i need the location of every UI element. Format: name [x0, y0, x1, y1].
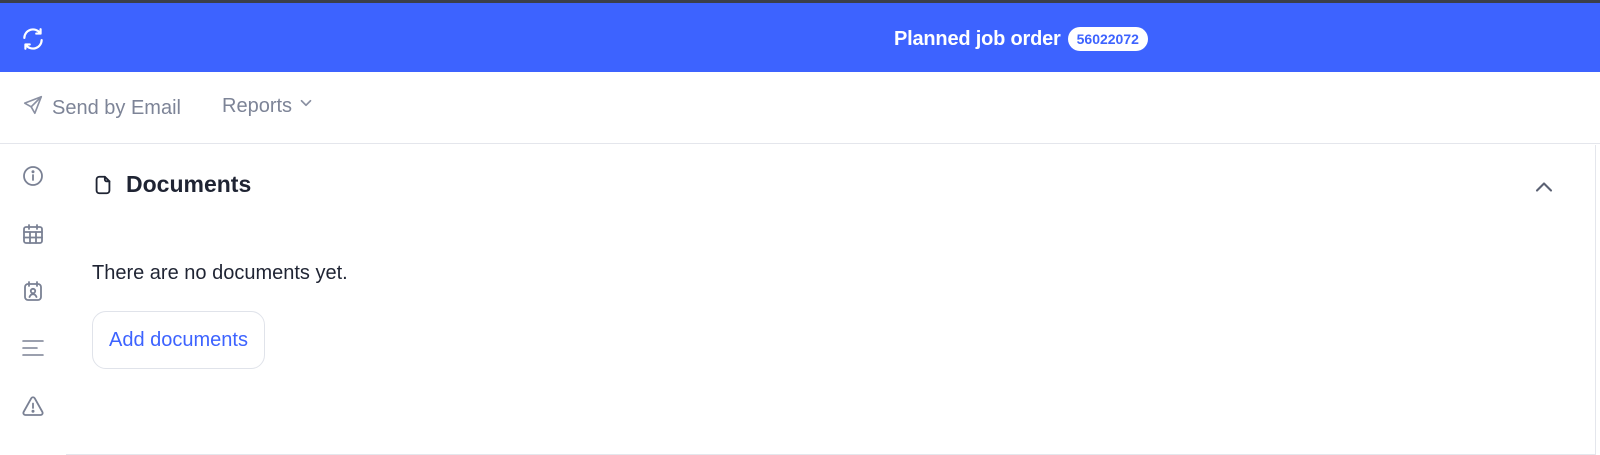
add-documents-button[interactable]: Add documents	[92, 311, 265, 369]
info-icon[interactable]	[21, 164, 45, 188]
reports-label: Reports	[222, 94, 293, 117]
reports-dropdown[interactable]: Reports	[222, 94, 315, 118]
order-number-badge: 56022072	[1067, 27, 1148, 51]
documents-title: Documents	[126, 171, 252, 197]
calendar-user-icon[interactable]	[21, 279, 45, 303]
send-by-email-label: Send by Email	[52, 96, 181, 119]
menu-lines-icon[interactable]	[21, 336, 45, 360]
page-title: Planned job order	[894, 27, 1061, 50]
documents-header: Documents	[92, 171, 251, 198]
document-icon	[92, 174, 114, 196]
section-sidebar	[0, 145, 66, 455]
calendar-icon[interactable]	[21, 222, 45, 246]
warning-icon[interactable]	[21, 394, 45, 418]
page-header: Planned job order 56022072	[0, 3, 1600, 72]
empty-documents-message: There are no documents yet.	[92, 262, 348, 284]
header-title-group: Planned job order 56022072	[894, 24, 1148, 54]
paper-plane-icon	[22, 94, 44, 122]
documents-section: Documents There are no documents yet. Ad…	[66, 145, 1596, 455]
chevron-up-icon[interactable]	[1530, 173, 1558, 201]
send-by-email-button[interactable]: Send by Email	[22, 94, 181, 122]
action-toolbar: Send by Email Reports	[0, 72, 1600, 144]
refresh-icon[interactable]	[20, 26, 46, 52]
chevron-down-icon	[297, 94, 315, 118]
panel-divider	[1595, 145, 1596, 455]
